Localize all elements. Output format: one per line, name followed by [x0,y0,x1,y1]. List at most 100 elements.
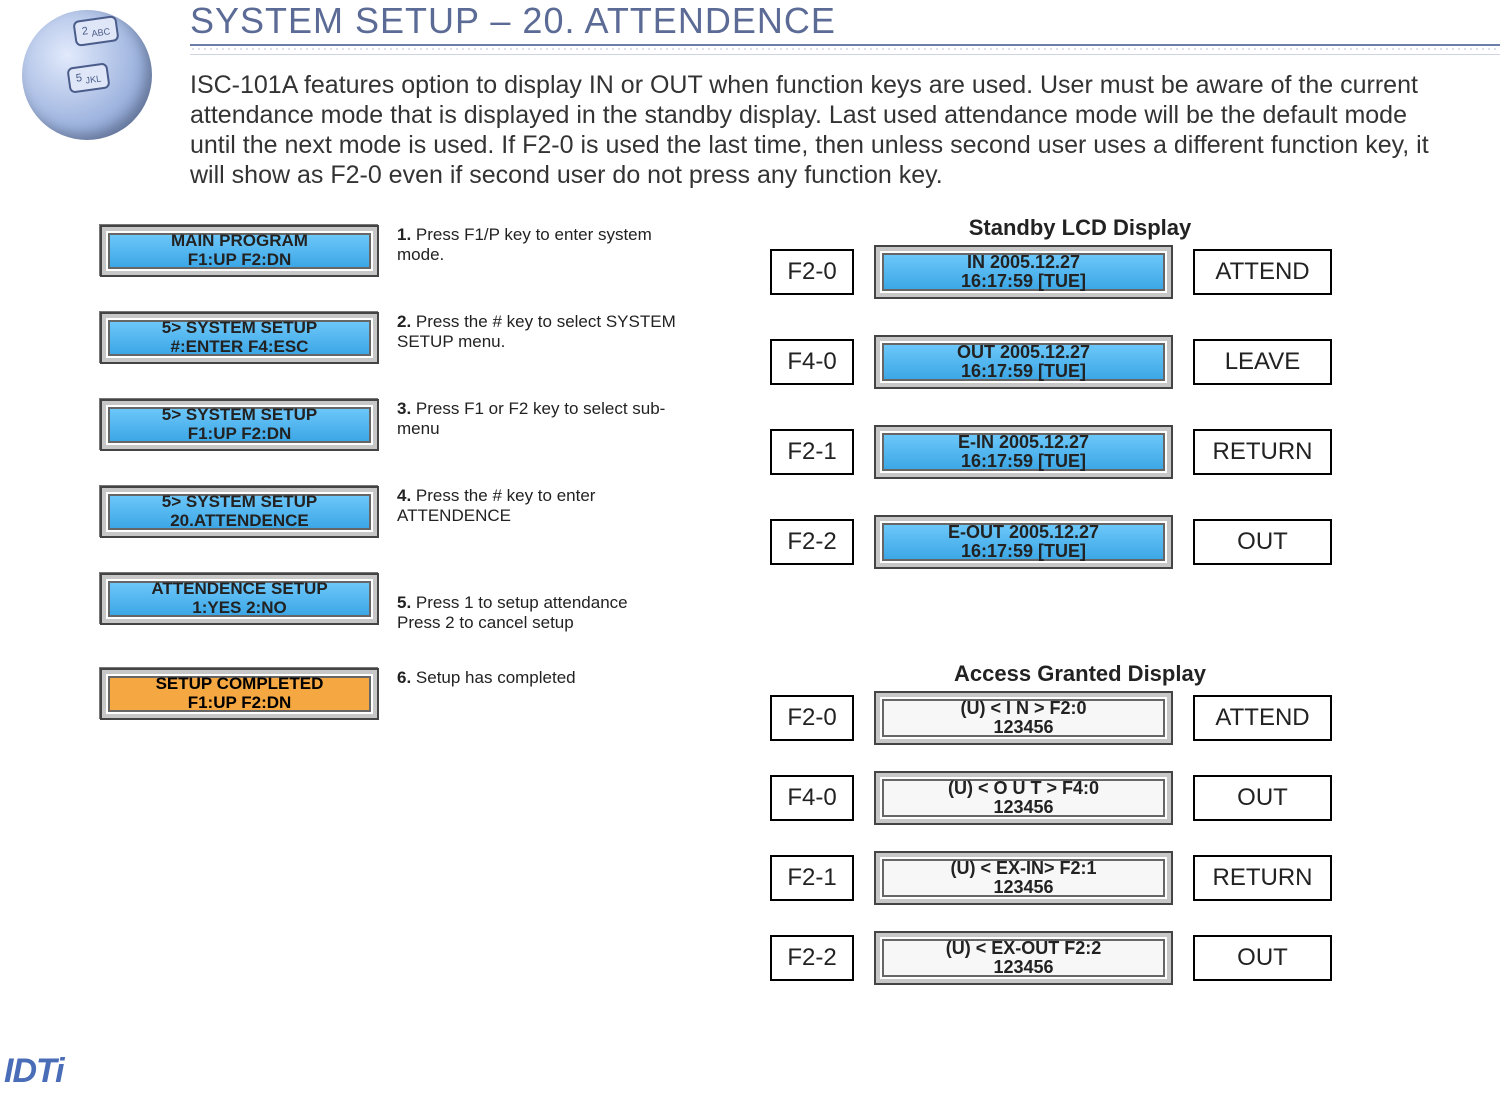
lcd-display: E-IN 2005.12.27 16:17:59 [TUE] [874,425,1173,479]
lcd-display: 5> SYSTEM SETUP F1:UP F2:DN [100,399,379,451]
step-number: 5. [397,593,411,612]
display-examples: Standby LCD Display F2-0 IN 2005.12.27 1… [770,215,1390,1009]
lcd-line2: F1:UP F2:DN [188,694,292,713]
mode-label: OUT [1193,519,1332,565]
lcd-line2: 123456 [993,718,1053,737]
mode-label: OUT [1193,935,1332,981]
divider [190,54,1500,55]
lcd-display: ATTENDENCE SETUP 1:YES 2:NO [100,573,379,625]
setup-step: ATTENDENCE SETUP 1:YES 2:NO 5. Press 1 t… [100,573,690,633]
lcd-line1: SETUP COMPLETED [156,675,324,694]
lcd-display: (U) < EX-OUT F2:2 123456 [874,931,1173,985]
step-number: 1. [397,225,411,244]
lcd-display: MAIN PROGRAM F1:UP F2:DN [100,225,379,277]
mode-label: OUT [1193,775,1332,821]
lcd-display: (U) < O U T > F4:0 123456 [874,771,1173,825]
lcd-line2: 123456 [993,958,1053,977]
display-row: F2-0 IN 2005.12.27 16:17:59 [TUE] ATTEND [770,243,1390,301]
function-key-label: F4-0 [770,339,854,385]
step-caption: 1. Press F1/P key to enter system mode. [397,225,690,265]
lcd-line2: #:ENTER F4:ESC [171,338,309,357]
mode-label: ATTEND [1193,249,1332,295]
lcd-line2: 20.ATTENDENCE [170,512,309,531]
display-row: F4-0 (U) < O U T > F4:0 123456 OUT [770,769,1390,827]
page-title: SYSTEM SETUP – 20. ATTENDENCE [190,0,836,42]
mode-label: LEAVE [1193,339,1332,385]
display-row: F2-1 (U) < EX-IN> F2:1 123456 RETURN [770,849,1390,907]
step-text: Setup has completed [411,668,575,687]
lcd-line1: OUT 2005.12.27 [957,343,1090,362]
keypad-icon: 2 ABC 5 JKL [22,10,152,140]
display-row: F2-2 E-OUT 2005.12.27 16:17:59 [TUE] OUT [770,513,1390,571]
function-key-label: F2-2 [770,935,854,981]
lcd-display: 5> SYSTEM SETUP 20.ATTENDENCE [100,486,379,538]
divider [190,48,1500,50]
document-page: SYSTEM SETUP – 20. ATTENDENCE 2 ABC 5 JK… [0,0,1500,1095]
mode-label: RETURN [1193,429,1332,475]
lcd-line2: 16:17:59 [TUE] [961,542,1086,561]
function-key-label: F2-0 [770,695,854,741]
lcd-line2: 123456 [993,878,1053,897]
setup-step: 5> SYSTEM SETUP F1:UP F2:DN 3. Press F1 … [100,399,690,451]
lcd-line2: 123456 [993,798,1053,817]
setup-steps: MAIN PROGRAM F1:UP F2:DN 1. Press F1/P k… [100,225,690,755]
step-text: Press the # key to select SYSTEM SETUP m… [397,312,676,351]
setup-step: MAIN PROGRAM F1:UP F2:DN 1. Press F1/P k… [100,225,690,277]
step-number: 2. [397,312,411,331]
lcd-display: E-OUT 2005.12.27 16:17:59 [TUE] [874,515,1173,569]
display-row: F2-0 (U) < I N > F2:0 123456 ATTEND [770,689,1390,747]
mode-label: RETURN [1193,855,1332,901]
lcd-line1: E-OUT 2005.12.27 [948,523,1099,542]
step-caption: 3. Press F1 or F2 key to select sub-menu [397,399,690,439]
display-row: F4-0 OUT 2005.12.27 16:17:59 [TUE] LEAVE [770,333,1390,391]
lcd-line1: IN 2005.12.27 [967,253,1080,272]
function-key-label: F4-0 [770,775,854,821]
step-number: 3. [397,399,411,418]
step-caption: 2. Press the # key to select SYSTEM SETU… [397,312,690,352]
lcd-line1: 5> SYSTEM SETUP [162,319,317,338]
lcd-line2: 1:YES 2:NO [192,599,286,618]
function-key-label: F2-0 [770,249,854,295]
lcd-display: (U) < I N > F2:0 123456 [874,691,1173,745]
lcd-line1: (U) < I N > F2:0 [960,699,1086,718]
divider [190,44,1500,46]
lcd-line1: MAIN PROGRAM [171,232,308,251]
step-text: Press F1/P key to enter system mode. [397,225,652,264]
lcd-display: IN 2005.12.27 16:17:59 [TUE] [874,245,1173,299]
lcd-line1: 5> SYSTEM SETUP [162,406,317,425]
step-caption: 6. Setup has completed [397,668,576,688]
brand-logo: IDTi [4,1052,64,1091]
lcd-line1: E-IN 2005.12.27 [958,433,1089,452]
step-text: Press F1 or F2 key to select sub-menu [397,399,665,438]
lcd-line2: F1:UP F2:DN [188,425,292,444]
display-row: F2-2 (U) < EX-OUT F2:2 123456 OUT [770,929,1390,987]
step-number: 4. [397,486,411,505]
intro-text: ISC-101A features option to display IN o… [190,70,1440,190]
lcd-line1: 5> SYSTEM SETUP [162,493,317,512]
page-header: SYSTEM SETUP – 20. ATTENDENCE [0,0,1500,60]
step-text: Press the # key to enter ATTENDENCE [397,486,595,525]
lcd-line2: 16:17:59 [TUE] [961,272,1086,291]
function-key-label: F2-1 [770,855,854,901]
lcd-display: 5> SYSTEM SETUP #:ENTER F4:ESC [100,312,379,364]
lcd-line1: (U) < O U T > F4:0 [948,779,1099,798]
lcd-line2: F1:UP F2:DN [188,251,292,270]
mode-label: ATTEND [1193,695,1332,741]
step-caption: 5. Press 1 to setup attendance Press 2 t… [397,573,628,633]
lcd-line2: 16:17:59 [TUE] [961,362,1086,381]
lcd-display: (U) < EX-IN> F2:1 123456 [874,851,1173,905]
lcd-line1: ATTENDENCE SETUP [151,580,327,599]
step-number: 6. [397,668,411,687]
step-text: Press 1 to setup attendance Press 2 to c… [397,593,628,632]
function-key-label: F2-2 [770,519,854,565]
lcd-line1: (U) < EX-OUT F2:2 [946,939,1102,958]
access-title: Access Granted Display [770,661,1390,687]
lcd-line2: 16:17:59 [TUE] [961,452,1086,471]
setup-step: 5> SYSTEM SETUP #:ENTER F4:ESC 2. Press … [100,312,690,364]
function-key-label: F2-1 [770,429,854,475]
setup-step: SETUP COMPLETED F1:UP F2:DN 6. Setup has… [100,668,690,720]
display-row: F2-1 E-IN 2005.12.27 16:17:59 [TUE] RETU… [770,423,1390,481]
lcd-display: SETUP COMPLETED F1:UP F2:DN [100,668,379,720]
setup-step: 5> SYSTEM SETUP 20.ATTENDENCE 4. Press t… [100,486,690,538]
step-caption: 4. Press the # key to enter ATTENDENCE [397,486,690,526]
